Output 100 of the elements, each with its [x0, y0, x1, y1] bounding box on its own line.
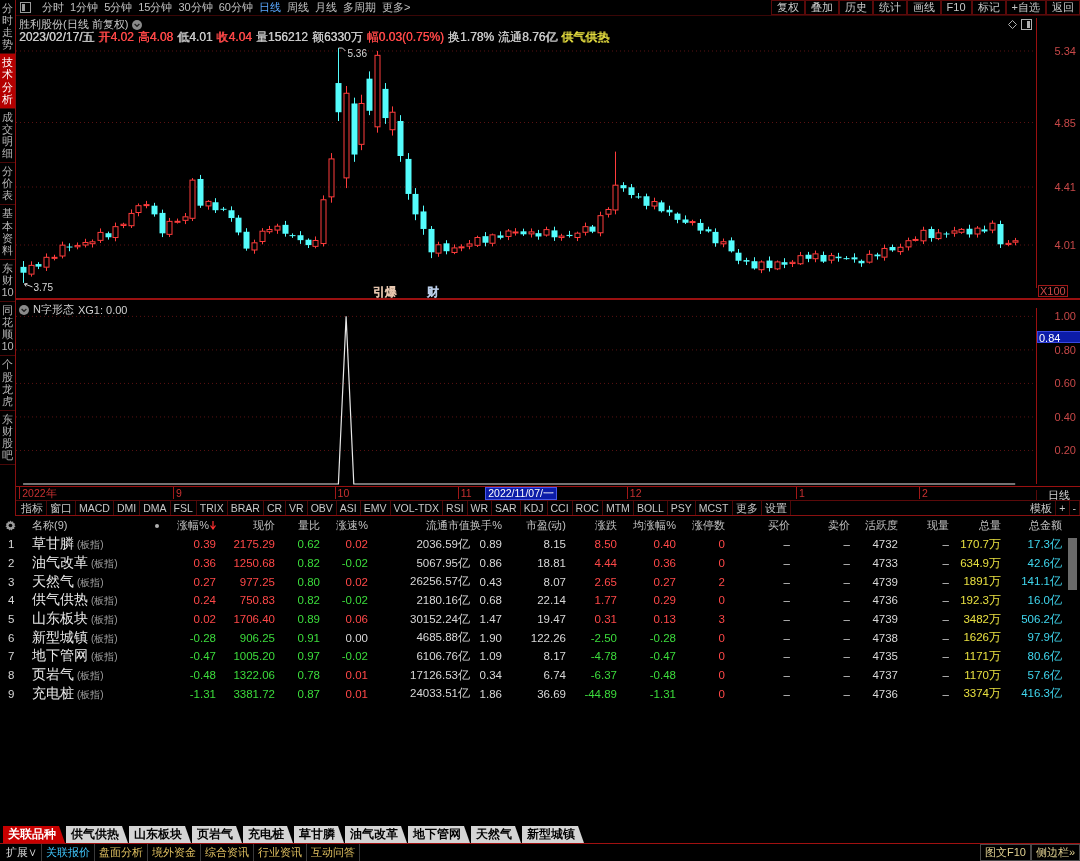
- toolbar-button[interactable]: 复权: [770, 0, 805, 15]
- indicator-tab[interactable]: 更多: [732, 501, 762, 515]
- sector-name[interactable]: 天然气: [32, 572, 74, 591]
- sector-name[interactable]: 地下管网: [32, 647, 88, 666]
- indicator-tab[interactable]: VOL-TDX: [390, 501, 444, 515]
- sector-tab[interactable]: 山东板块: [129, 826, 191, 843]
- indicator-tab[interactable]: EMV: [360, 501, 391, 515]
- column-header[interactable]: 买价: [768, 518, 790, 533]
- period-tab[interactable]: 月线: [315, 2, 337, 13]
- chevron-circle-icon[interactable]: [132, 19, 143, 30]
- sector-tab[interactable]: 草甘膦: [294, 826, 344, 843]
- status-button[interactable]: 侧边栏»: [1030, 844, 1080, 861]
- period-tab[interactable]: 更多>: [382, 2, 411, 13]
- period-tab[interactable]: 1分钟: [70, 2, 99, 13]
- column-header[interactable]: 均涨幅%: [633, 518, 676, 533]
- indicator-tab[interactable]: DMA: [140, 501, 171, 515]
- period-tab[interactable]: 60分钟: [218, 2, 253, 13]
- indicator-tab[interactable]: ASI: [336, 501, 361, 515]
- period-tab[interactable]: 30分钟: [178, 2, 213, 13]
- indicator-tab[interactable]: OBV: [307, 501, 337, 515]
- toolbar-button[interactable]: 画线: [906, 0, 941, 15]
- period-tab[interactable]: 日线: [259, 2, 281, 13]
- indicator-tab[interactable]: BRAR: [227, 501, 264, 515]
- column-header[interactable]: 流通市值: [426, 518, 470, 533]
- diamond-icon[interactable]: [1008, 20, 1017, 29]
- toolbar-button[interactable]: 返回: [1046, 0, 1080, 15]
- sector-name[interactable]: 山东板块: [32, 610, 88, 629]
- indicator-tab[interactable]: VR: [286, 501, 308, 515]
- status-tab[interactable]: 综合资讯: [201, 844, 254, 861]
- toolbar-button[interactable]: 统计: [872, 0, 907, 15]
- toolbar-button[interactable]: F10: [940, 0, 972, 15]
- panel-icon[interactable]: [1021, 19, 1032, 30]
- indicator-tab[interactable]: ROC: [572, 501, 603, 515]
- column-header[interactable]: 活跃度: [865, 518, 898, 533]
- status-tab[interactable]: 行业资讯: [254, 844, 307, 861]
- indicator-tab[interactable]: PSY: [667, 501, 696, 515]
- scrollbar-thumb[interactable]: [1068, 538, 1077, 590]
- sector-name[interactable]: 充电桩: [32, 684, 74, 703]
- indicator-tab[interactable]: RSI: [443, 501, 468, 515]
- status-tab[interactable]: 盘面分析: [95, 844, 148, 861]
- indicator-mode-button[interactable]: 指标: [18, 501, 47, 515]
- indicator-tab[interactable]: MCST: [695, 501, 733, 515]
- sector-tab[interactable]: 地下管网: [408, 826, 470, 843]
- column-header[interactable]: 量比: [298, 518, 320, 533]
- side-tab[interactable]: 同花顺10: [0, 302, 15, 357]
- side-tab[interactable]: 成交明细: [0, 108, 15, 164]
- status-tab[interactable]: 互动问答: [307, 844, 360, 861]
- chevron-circle-icon[interactable]: [19, 304, 29, 315]
- sector-tab[interactable]: 油气改革: [345, 826, 407, 843]
- side-tab[interactable]: 东财10: [0, 259, 15, 303]
- indicator-tab[interactable]: CCI: [547, 501, 573, 515]
- indicator-tab[interactable]: 设置: [761, 501, 791, 515]
- sector-name[interactable]: 油气改革: [32, 554, 88, 573]
- sector-tab[interactable]: 新型城镇: [522, 826, 584, 843]
- sector-tab[interactable]: 天然气: [471, 826, 521, 843]
- status-button[interactable]: 图文F10: [979, 844, 1031, 861]
- indicator-action-button[interactable]: -: [1069, 501, 1080, 515]
- indicator-tab[interactable]: SAR: [492, 501, 521, 515]
- column-header[interactable]: 现价: [253, 518, 275, 533]
- indicator-mode-button[interactable]: 窗口: [47, 501, 76, 515]
- indicator-tab[interactable]: WR: [467, 501, 493, 515]
- side-tab[interactable]: 分价表: [0, 163, 15, 206]
- status-tab[interactable]: 境外资金: [148, 844, 201, 861]
- toolbar-button[interactable]: 历史: [838, 0, 873, 15]
- period-tab[interactable]: 5分钟: [104, 2, 133, 13]
- sector-name[interactable]: 供气供热: [32, 591, 88, 610]
- side-tab[interactable]: 技术分析: [0, 54, 15, 109]
- sector-tab[interactable]: 关联品种: [3, 826, 65, 843]
- indicator-tab[interactable]: TRIX: [196, 501, 228, 515]
- sector-tab[interactable]: 充电桩: [243, 826, 293, 843]
- column-header[interactable]: 名称(9): [32, 518, 68, 533]
- indicator-tab[interactable]: FSL: [170, 501, 197, 515]
- sector-tab[interactable]: 供气供热: [66, 826, 128, 843]
- indicator-action-button[interactable]: 模板: [1027, 501, 1057, 515]
- period-tab[interactable]: 周线: [287, 2, 309, 13]
- event-marker[interactable]: 财: [427, 286, 439, 298]
- period-tab[interactable]: 分时: [42, 2, 64, 13]
- side-tab[interactable]: 基本资料: [0, 205, 15, 260]
- side-tab[interactable]: 东财股吧: [0, 410, 15, 466]
- sector-name[interactable]: 页岩气: [32, 666, 74, 685]
- sector-name[interactable]: 新型城镇: [32, 628, 88, 647]
- panel-icon[interactable]: [20, 2, 31, 13]
- indicator-action-button[interactable]: +: [1056, 501, 1070, 515]
- toolbar-button[interactable]: 标记: [971, 0, 1006, 15]
- column-header[interactable]: 涨跌: [595, 518, 617, 533]
- column-header[interactable]: 市盈(动): [525, 518, 566, 533]
- sector-tab[interactable]: 页岩气: [192, 826, 242, 843]
- event-marker[interactable]: 引爆: [373, 286, 397, 298]
- toolbar-button[interactable]: +自选: [1005, 0, 1046, 15]
- indicator-tab[interactable]: KDJ: [520, 501, 548, 515]
- status-tab[interactable]: 关联报价: [42, 844, 95, 861]
- indicator-tab[interactable]: MACD: [76, 501, 114, 515]
- toolbar-button[interactable]: 叠加: [804, 0, 839, 15]
- column-header[interactable]: 现量: [927, 518, 949, 533]
- indicator-tab[interactable]: MTM: [602, 501, 634, 515]
- column-header[interactable]: 卖价: [828, 518, 850, 533]
- column-header[interactable]: 涨停数: [692, 518, 725, 533]
- indicator-tab[interactable]: BOLL: [633, 501, 668, 515]
- column-header[interactable]: 总金额: [1029, 518, 1062, 533]
- side-tab[interactable]: 个股龙虎: [0, 356, 15, 411]
